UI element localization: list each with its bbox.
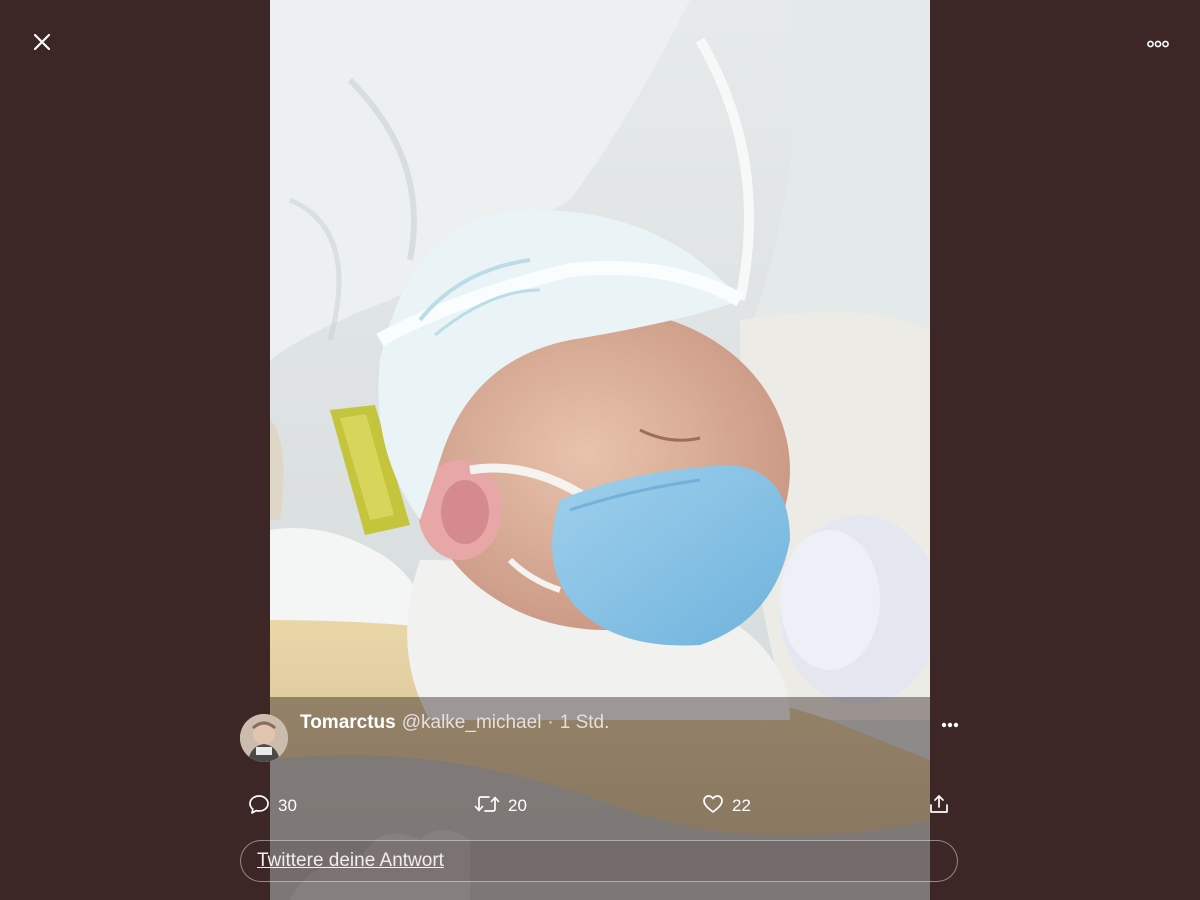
tweet-more-button[interactable]	[934, 710, 966, 738]
like-button[interactable]: 22	[702, 790, 751, 822]
reply-box[interactable]	[240, 840, 958, 882]
close-button[interactable]	[26, 28, 58, 60]
reply-count: 30	[278, 796, 297, 815]
close-icon	[33, 33, 51, 56]
viewer-more-button[interactable]	[1142, 28, 1174, 60]
tweet-action-bar: 30 20 22	[240, 790, 960, 822]
retweet-count: 20	[508, 796, 527, 815]
heart-icon	[702, 793, 724, 820]
avatar[interactable]	[240, 714, 288, 762]
retweet-button[interactable]: 20	[474, 790, 527, 822]
user-handle[interactable]: @kalke_michael	[402, 712, 542, 734]
reply-input[interactable]	[255, 849, 943, 873]
like-count: 22	[732, 796, 751, 815]
share-button[interactable]	[928, 790, 950, 822]
display-name[interactable]: Tomarctus	[300, 712, 396, 734]
more-horizontal-icon	[941, 715, 959, 733]
tweet-header: Tomarctus @kalke_michael · 1 Std.	[300, 712, 609, 736]
meta-separator: ·	[547, 712, 554, 733]
more-horizontal-icon	[1147, 35, 1169, 53]
retweet-icon	[474, 793, 500, 820]
timestamp[interactable]: 1 Std.	[560, 712, 610, 734]
reply-button[interactable]: 30	[248, 790, 297, 822]
reply-icon	[248, 793, 270, 820]
media-viewer: Tomarctus @kalke_michael · 1 Std. 30 20 …	[0, 0, 1200, 900]
share-icon	[928, 793, 950, 820]
avatar-image	[240, 714, 288, 762]
